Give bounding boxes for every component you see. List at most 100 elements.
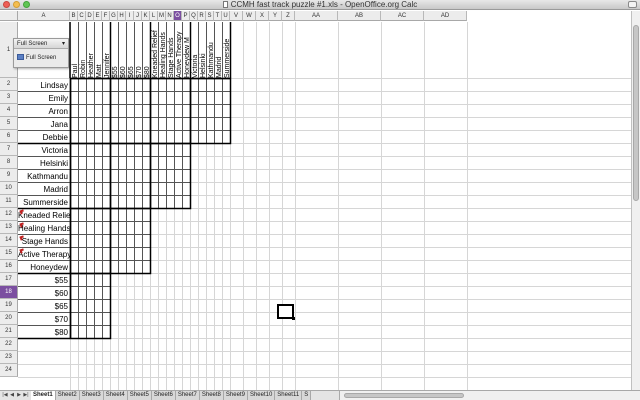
row-header[interactable]: 3 bbox=[0, 91, 18, 104]
row-label-cell[interactable]: $60 bbox=[18, 289, 70, 300]
column-header[interactable]: E bbox=[94, 11, 102, 21]
row-header[interactable]: 9 bbox=[0, 169, 18, 182]
column-label-cell[interactable]: Summerside bbox=[222, 22, 231, 78]
horizontal-scrollbar[interactable] bbox=[339, 391, 640, 400]
row-header[interactable]: 23 bbox=[0, 351, 18, 364]
column-label-cell[interactable]: Robin bbox=[78, 22, 87, 78]
column-header[interactable]: V bbox=[230, 11, 243, 21]
row-header[interactable]: 20 bbox=[0, 312, 18, 325]
sheet-tab[interactable]: Sheet6 bbox=[151, 391, 176, 400]
row-label-cell[interactable]: $80 bbox=[18, 328, 70, 339]
column-label-cell[interactable]: Matt bbox=[94, 22, 103, 78]
row-header[interactable]: 17 bbox=[0, 273, 18, 286]
column-label-cell[interactable]: $55 bbox=[110, 22, 119, 78]
column-label-cell[interactable]: Kneaded Relief bbox=[150, 22, 159, 78]
row-header[interactable]: 16 bbox=[0, 260, 18, 273]
row-header[interactable]: 21 bbox=[0, 325, 18, 338]
column-label-cell[interactable]: Honeydew M bbox=[182, 22, 191, 78]
fill-handle[interactable] bbox=[292, 317, 295, 320]
column-label-cell[interactable]: $80 bbox=[142, 22, 151, 78]
column-label-cell[interactable]: Helsinki bbox=[198, 22, 207, 78]
row-header[interactable]: 24 bbox=[0, 364, 18, 377]
row-label-cell[interactable]: Active Therapy bbox=[18, 250, 70, 261]
column-header[interactable]: G bbox=[110, 11, 118, 21]
column-header[interactable]: AB bbox=[338, 11, 381, 21]
column-label-cell[interactable]: $60 bbox=[118, 22, 127, 78]
sheet-tab[interactable]: Sheet5 bbox=[127, 391, 152, 400]
column-header[interactable]: H bbox=[118, 11, 126, 21]
sheet-tab[interactable]: Sheet10 bbox=[247, 391, 276, 400]
spreadsheet-grid[interactable]: A B C D E F G H I J K L M N O P Q R S T U V W X Y Z AA AB AC AD 12345… bbox=[0, 11, 631, 390]
column-label-cell[interactable]: Madrid bbox=[214, 22, 223, 78]
row-label-cell[interactable]: $65 bbox=[18, 302, 70, 313]
toolbar-toggle-icon[interactable] bbox=[628, 1, 637, 8]
sheet-tab[interactable]: Sheet3 bbox=[79, 391, 104, 400]
column-header[interactable]: J bbox=[134, 11, 142, 21]
column-header[interactable]: I bbox=[126, 11, 134, 21]
column-label-cell[interactable]: Paul bbox=[70, 22, 79, 78]
row-label-cell[interactable]: Emily bbox=[18, 94, 70, 105]
row-label-cell[interactable]: $55 bbox=[18, 276, 70, 287]
row-label-cell[interactable]: Kneaded Relief bbox=[18, 211, 70, 222]
column-header[interactable]: T bbox=[214, 11, 222, 21]
vertical-scroll-thumb[interactable] bbox=[633, 25, 639, 201]
row-header[interactable]: 5 bbox=[0, 117, 18, 130]
row-label-cell[interactable]: Jana bbox=[18, 120, 70, 131]
column-header[interactable]: N bbox=[166, 11, 174, 21]
column-header[interactable]: AC bbox=[381, 11, 424, 21]
row-label-cell[interactable]: $70 bbox=[18, 315, 70, 326]
column-header[interactable]: P bbox=[182, 11, 190, 21]
row-label-cell[interactable]: Kathmandu bbox=[18, 172, 70, 183]
column-label-cell[interactable]: $70 bbox=[134, 22, 143, 78]
column-header[interactable]: A bbox=[18, 11, 70, 21]
row-header[interactable]: 11 bbox=[0, 195, 18, 208]
row-header[interactable]: 2 bbox=[0, 78, 18, 91]
row-label-cell[interactable]: Madrid bbox=[18, 185, 70, 196]
row-label-cell[interactable]: Honeydew bbox=[18, 263, 70, 274]
column-label-cell[interactable]: Heather bbox=[86, 22, 95, 78]
row-header[interactable]: 18 bbox=[0, 286, 18, 299]
full-screen-button[interactable]: Full Screen bbox=[17, 52, 65, 64]
column-label-cell[interactable]: Victoria bbox=[190, 22, 199, 78]
column-label-cell[interactable]: Kathmandu bbox=[206, 22, 215, 78]
column-header[interactable]: O bbox=[174, 11, 182, 21]
column-header[interactable]: K bbox=[142, 11, 150, 21]
row-label-cell[interactable]: Stage Hands bbox=[18, 237, 70, 248]
full-screen-toolbar-title[interactable]: Full Screen ▾ bbox=[14, 39, 68, 49]
column-header[interactable]: AD bbox=[424, 11, 467, 21]
row-label-cell[interactable]: Lindsay bbox=[18, 81, 70, 92]
row-label-cell[interactable]: Healing Hands bbox=[18, 224, 70, 235]
horizontal-scroll-thumb[interactable] bbox=[344, 393, 464, 398]
row-header[interactable]: 22 bbox=[0, 338, 18, 351]
sheet-tab[interactable]: Sheet1 bbox=[31, 391, 56, 400]
column-label-cell[interactable]: Jennifer bbox=[102, 22, 111, 78]
sheet-tab[interactable]: Sheet8 bbox=[199, 391, 224, 400]
row-header[interactable]: 14 bbox=[0, 234, 18, 247]
row-label-cell[interactable]: Debbie bbox=[18, 133, 70, 144]
column-header[interactable]: U bbox=[222, 11, 230, 21]
chevron-down-icon[interactable]: ▾ bbox=[62, 39, 65, 49]
column-header[interactable]: R bbox=[198, 11, 206, 21]
last-sheet-icon[interactable]: ▶| bbox=[23, 392, 29, 399]
column-label-cell[interactable]: Active Therapy bbox=[174, 22, 183, 78]
row-header[interactable]: 7 bbox=[0, 143, 18, 156]
sheet-tab[interactable]: Sheet7 bbox=[175, 391, 200, 400]
column-header[interactable]: X bbox=[256, 11, 269, 21]
column-header[interactable]: B bbox=[70, 11, 78, 21]
sheet-tab[interactable]: S bbox=[302, 391, 312, 400]
column-header[interactable]: M bbox=[158, 11, 166, 21]
column-header[interactable]: AA bbox=[295, 11, 338, 21]
vertical-scrollbar[interactable] bbox=[631, 11, 640, 390]
column-header[interactable]: C bbox=[78, 11, 86, 21]
row-header[interactable]: 10 bbox=[0, 182, 18, 195]
row-header[interactable]: 4 bbox=[0, 104, 18, 117]
row-header[interactable]: 15 bbox=[0, 247, 18, 260]
column-header[interactable]: W bbox=[243, 11, 256, 21]
sheet-tab[interactable]: Sheet4 bbox=[103, 391, 128, 400]
row-label-cell[interactable]: Summerside bbox=[18, 198, 70, 209]
column-header[interactable]: D bbox=[86, 11, 94, 21]
column-label-cell[interactable]: Stage Hands bbox=[166, 22, 175, 78]
column-header[interactable]: S bbox=[206, 11, 214, 21]
next-sheet-icon[interactable]: ▶ bbox=[16, 392, 22, 399]
prev-sheet-icon[interactable]: ◀ bbox=[9, 392, 15, 399]
